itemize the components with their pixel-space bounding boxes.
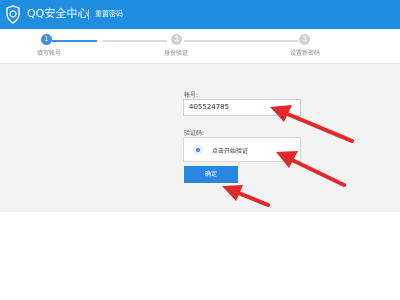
step-3-circle: 3 (299, 34, 310, 45)
verify-text: 点击开始验证 (212, 148, 249, 155)
progress-steps: 1 2 3 填写帐号 身份验证 设置新密码 (0, 29, 400, 63)
account-input[interactable]: 405524785 (183, 99, 301, 116)
progress-line-active (52, 40, 97, 42)
step-1-circle: 1 (41, 34, 52, 45)
step-3-label: 设置新密码 (290, 50, 321, 57)
verify-label: 验证码: (184, 130, 205, 137)
verify-dot-icon (193, 145, 203, 155)
step-2-circle: 2 (171, 34, 182, 45)
step-2-label: 身份验证 (164, 50, 189, 57)
confirm-button[interactable]: 确定 (184, 166, 238, 183)
header-divider (88, 9, 89, 20)
verify-button[interactable]: 点击开始验证 (183, 137, 301, 162)
app-title: QQ安全中心 (27, 7, 89, 20)
step-1-label: 填写帐号 (37, 50, 62, 57)
header-bar: QQ安全中心 重置密码 (0, 0, 400, 29)
shield-icon (6, 5, 20, 24)
page-title: 重置密码 (95, 10, 123, 18)
progress-line (103, 40, 167, 42)
account-label: 帐号: (184, 92, 199, 99)
progress-line (184, 40, 298, 42)
